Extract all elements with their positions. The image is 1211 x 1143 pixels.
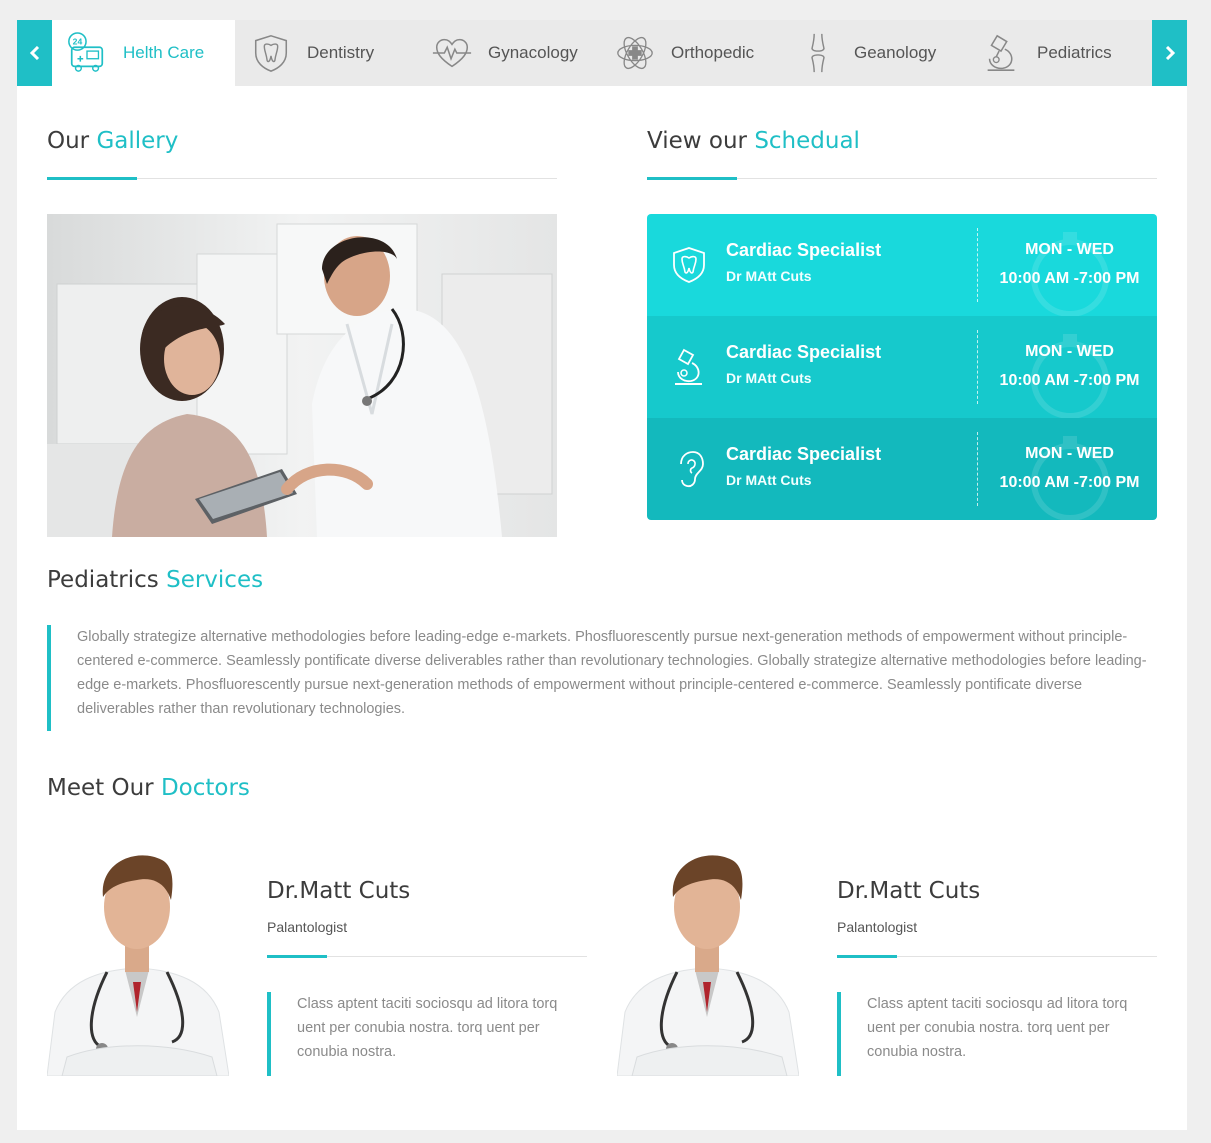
heading-highlight: Doctors	[160, 775, 250, 801]
doctor-bio: Class aptent taciti sociosqu ad litora t…	[267, 992, 587, 1076]
medical-cross-atom-icon	[613, 31, 657, 75]
doctors-heading: Meet Our Doctors	[47, 775, 250, 801]
schedule-row[interactable]: Cardiac Specialist Dr MAtt Cuts MON - WE…	[647, 418, 1157, 520]
services-heading: Pediatrics Services	[47, 567, 263, 593]
tab-label: Helth Care	[123, 43, 205, 62]
heading-highlight: Gallery	[96, 128, 179, 154]
schedule-specialty: Cardiac Specialist	[726, 342, 882, 362]
content-card: Our Gallery View our Schedual Cardiac Sp…	[17, 86, 1187, 1130]
tooth-icon	[249, 31, 293, 75]
schedule-time: 10:00 AM -7:00 PM	[999, 474, 1140, 491]
doctor-role: Palantologist	[837, 919, 918, 935]
doctor-divider	[837, 955, 1157, 958]
doctor-name[interactable]: Dr.Matt Cuts	[837, 878, 980, 904]
gallery-divider	[47, 177, 557, 180]
schedule-separator	[977, 432, 978, 506]
doctor-card: Dr.Matt Cuts Palantologist Class aptent …	[617, 842, 1157, 1082]
tab-label: Geanology	[854, 43, 937, 62]
schedule-heading: View our Schedual	[647, 128, 860, 154]
microscope-icon	[979, 31, 1023, 75]
doctor-photo[interactable]	[617, 842, 799, 1076]
schedule-specialty: Cardiac Specialist	[726, 240, 882, 260]
doctor-bio: Class aptent taciti sociosqu ad litora t…	[837, 992, 1157, 1076]
schedule-days: MON - WED	[1025, 445, 1114, 462]
schedule-row[interactable]: Cardiac Specialist Dr MAtt Cuts MON - WE…	[647, 316, 1157, 419]
tab-gynacology[interactable]: Gynacology	[430, 20, 578, 86]
schedule-doctor: Dr MAtt Cuts	[726, 268, 812, 284]
doctor-divider	[267, 955, 587, 958]
heading-plain: Our	[47, 128, 90, 154]
tooth-shield-icon	[673, 247, 705, 283]
schedule-divider	[647, 177, 1157, 180]
tab-label: Orthopedic	[671, 43, 755, 62]
heading-plain: View our	[647, 128, 747, 154]
doctor-photo[interactable]	[47, 842, 229, 1076]
schedule-table: Cardiac Specialist Dr MAtt Cuts MON - WE…	[647, 214, 1157, 520]
24hrs-ambulance-icon: 24	[65, 31, 109, 75]
chevron-left-icon	[29, 46, 39, 60]
chevron-right-icon	[1165, 46, 1175, 60]
schedule-time: 10:00 AM -7:00 PM	[999, 372, 1140, 389]
heading-highlight: Schedual	[754, 128, 860, 154]
tabs-prev-button[interactable]	[17, 20, 52, 86]
heading-highlight: Services	[166, 567, 264, 593]
svg-text:24: 24	[73, 36, 83, 46]
heartbeat-icon	[430, 31, 474, 75]
microscope-icon	[675, 348, 702, 385]
tab-label: Dentistry	[307, 43, 375, 62]
schedule-doctor: Dr MAtt Cuts	[726, 370, 812, 386]
schedule-time: 10:00 AM -7:00 PM	[999, 270, 1140, 287]
tab-geanology[interactable]: Geanology	[796, 20, 936, 86]
tab-label: Pediatrics	[1037, 43, 1112, 62]
doctor-role: Palantologist	[267, 919, 348, 935]
tab-pediatrics[interactable]: Pediatrics	[979, 20, 1112, 86]
doctor-card: Dr.Matt Cuts Palantologist Class aptent …	[47, 842, 587, 1082]
schedule-separator	[977, 228, 978, 302]
gallery-heading: Our Gallery	[47, 128, 178, 154]
tab-dentistry[interactable]: Dentistry	[249, 20, 374, 86]
bone-joint-icon	[796, 31, 840, 75]
doctor-name[interactable]: Dr.Matt Cuts	[267, 878, 410, 904]
tabs-next-button[interactable]	[1152, 20, 1187, 86]
schedule-days: MON - WED	[1025, 343, 1114, 360]
tab-orthopedic[interactable]: Orthopedic	[613, 20, 754, 86]
schedule-specialty: Cardiac Specialist	[726, 444, 882, 464]
specialty-tabs: 24 Helth Care Dentistry Gynacology Ortho…	[17, 20, 1187, 86]
schedule-separator	[977, 330, 978, 404]
heading-plain: Meet Our	[47, 775, 154, 801]
heading-plain: Pediatrics	[47, 567, 159, 593]
gallery-image[interactable]	[47, 214, 557, 537]
schedule-row[interactable]: Cardiac Specialist Dr MAtt Cuts MON - WE…	[647, 214, 1157, 317]
tab-helth-care[interactable]: 24 Helth Care	[52, 20, 235, 86]
tab-label: Gynacology	[488, 43, 578, 62]
schedule-days: MON - WED	[1025, 241, 1114, 258]
ear-icon	[680, 451, 704, 488]
services-description: Globally strategize alternative methodol…	[47, 625, 1152, 731]
schedule-doctor: Dr MAtt Cuts	[726, 472, 812, 488]
